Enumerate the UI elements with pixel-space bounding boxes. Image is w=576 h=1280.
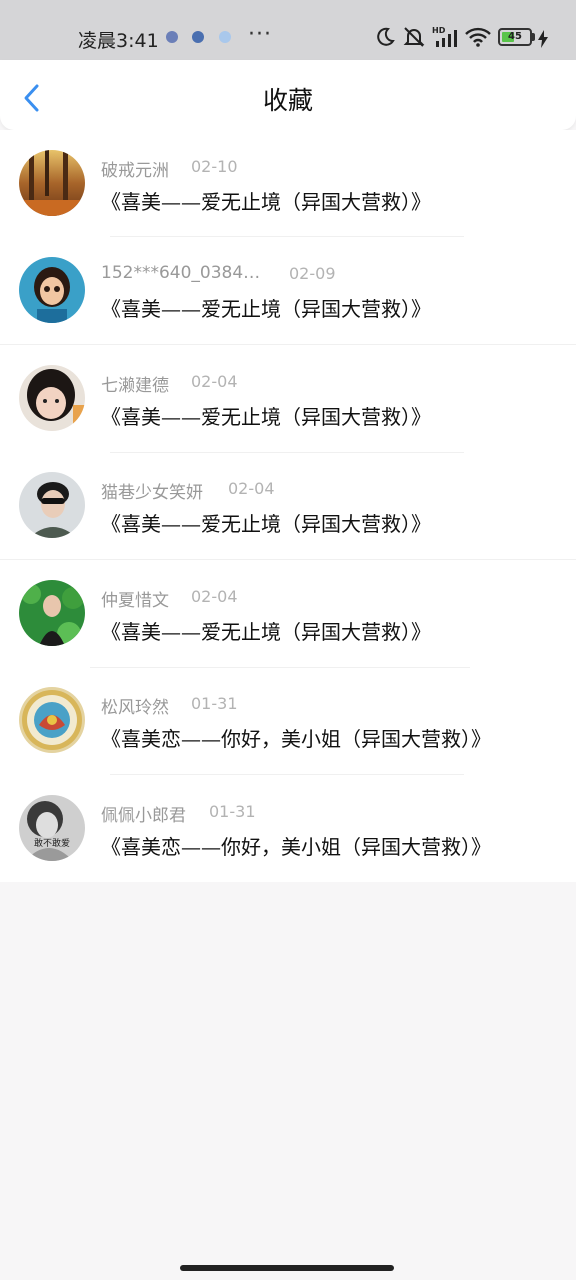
avatar bbox=[19, 365, 85, 431]
battery-tip bbox=[532, 33, 535, 41]
list-item[interactable]: 破戒元洲 02-10 《喜美——爱无止境（异国大营救）》 bbox=[0, 130, 576, 237]
avatar: 敢不敢爱 bbox=[19, 795, 85, 861]
list-item[interactable]: 敢不敢爱 佩佩小郎君 01-31 《喜美恋——你好，美小姐（异国大营救）》 bbox=[0, 775, 576, 882]
avatar bbox=[19, 150, 85, 216]
item-username: 七濑建德 bbox=[101, 376, 169, 396]
avatar bbox=[19, 257, 85, 323]
svg-text:HD: HD bbox=[432, 26, 446, 35]
item-username: 仲夏惜文 bbox=[101, 591, 169, 611]
item-date: 02-04 bbox=[191, 372, 238, 391]
hd-signal-icon: HD bbox=[432, 26, 457, 47]
item-title: 《喜美恋——你好，美小姐（异国大营救）》 bbox=[101, 727, 491, 751]
header-bar: 收藏 bbox=[0, 60, 576, 130]
item-title: 《喜美——爱无止境（异国大营救）》 bbox=[101, 297, 431, 321]
battery-level: 45 bbox=[508, 31, 522, 42]
page-title: 收藏 bbox=[262, 86, 313, 115]
do-not-disturb-icon bbox=[377, 27, 395, 46]
item-date: 02-04 bbox=[228, 479, 275, 498]
battery-icon: 45 bbox=[498, 28, 532, 46]
item-username: 佩佩小郎君 bbox=[101, 806, 186, 826]
more-notifications-icon: ··· bbox=[248, 22, 272, 47]
list-item[interactable]: 松风玲然 01-31 《喜美恋——你好，美小姐（异国大营救）》 bbox=[0, 667, 576, 775]
item-username: 松风玲然 bbox=[101, 698, 169, 718]
item-title: 《喜美——爱无止境（异国大营救）》 bbox=[101, 620, 431, 644]
list-item[interactable]: 猫巷少女笑妍 02-04 《喜美——爱无止境（异国大营救）》 bbox=[0, 452, 576, 560]
list-item[interactable]: 七濑建德 02-04 《喜美——爱无止境（异国大营救）》 bbox=[0, 345, 576, 453]
item-date: 02-10 bbox=[191, 157, 238, 176]
item-username: 152***640_0384… bbox=[101, 263, 261, 283]
item-username: 猫巷少女笑妍 bbox=[101, 483, 203, 503]
weather-notification-icon bbox=[219, 31, 231, 43]
avatar bbox=[19, 580, 85, 646]
item-date: 02-09 bbox=[289, 264, 336, 283]
status-bar: 凌晨3:41 ··· HD 45 bbox=[0, 0, 576, 60]
avatar-caption: 敢不敢爱 bbox=[34, 837, 70, 849]
item-title: 《喜美——爱无止境（异国大营救）》 bbox=[101, 405, 431, 429]
music-notification-icon bbox=[166, 31, 178, 43]
item-date: 01-31 bbox=[191, 694, 238, 713]
item-title: 《喜美——爱无止境（异国大营救）》 bbox=[101, 512, 431, 536]
avatar bbox=[19, 472, 85, 538]
item-title: 《喜美恋——你好，美小姐（异国大营救）》 bbox=[101, 835, 491, 859]
list-item[interactable]: 152***640_0384… 02-09 《喜美——爱无止境（异国大营救）》 bbox=[0, 237, 576, 345]
item-date: 02-04 bbox=[191, 587, 238, 606]
item-date: 01-31 bbox=[209, 802, 256, 821]
avatar bbox=[19, 687, 85, 753]
list-item[interactable]: 仲夏惜文 02-04 《喜美——爱无止境（异国大营救）》 bbox=[0, 560, 576, 668]
wifi-icon bbox=[465, 27, 491, 47]
app-notification-icon bbox=[192, 31, 204, 43]
status-time: 凌晨3:41 bbox=[78, 30, 159, 52]
home-indicator[interactable] bbox=[180, 1265, 394, 1271]
favorites-list: 破戒元洲 02-10 《喜美——爱无止境（异国大营救）》 152***640_0… bbox=[0, 130, 576, 882]
item-title: 《喜美——爱无止境（异国大营救）》 bbox=[101, 190, 431, 214]
mute-bell-icon bbox=[403, 27, 425, 47]
charging-icon bbox=[538, 30, 548, 48]
item-username: 破戒元洲 bbox=[101, 161, 169, 181]
